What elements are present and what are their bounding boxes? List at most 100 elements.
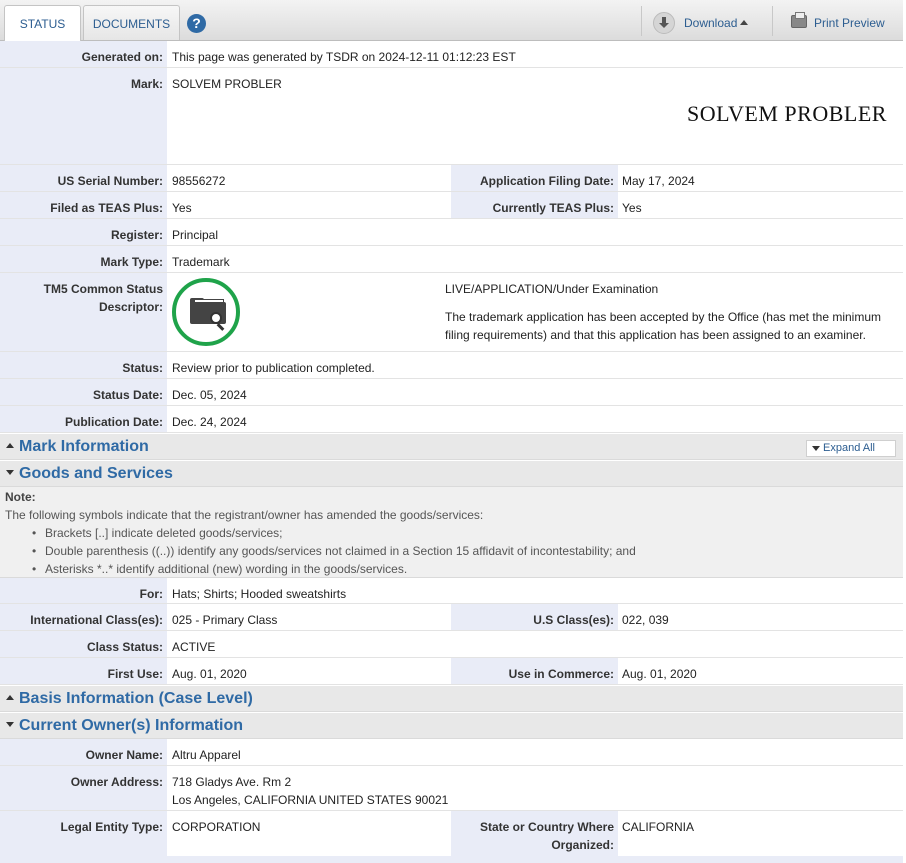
tm5-description-line2: filing requirements) and that this appli… xyxy=(445,328,866,342)
owner-name-value: Altru Apparel xyxy=(172,748,241,762)
expand-all-button[interactable]: Expand All xyxy=(806,440,896,457)
generated-on-label: Generated on: xyxy=(0,41,167,67)
printer-icon[interactable] xyxy=(791,12,807,28)
state-organized-label-line2: Organized: xyxy=(551,838,614,852)
note-intro: The following symbols indicate that the … xyxy=(5,508,484,522)
print-preview-button[interactable]: Print Preview xyxy=(814,16,885,30)
mark-type-label: Mark Type: xyxy=(0,246,167,272)
tm5-description-line1: The trademark application has been accep… xyxy=(445,310,882,324)
note-list-item: Asterisks *..* identify additional (new)… xyxy=(32,562,407,576)
register-value: Principal xyxy=(172,228,219,242)
mark-value: SOLVEM PROBLER xyxy=(172,77,282,91)
legal-entity-label: Legal Entity Type: xyxy=(0,811,167,856)
us-class-value: 022, 039 xyxy=(622,613,669,627)
tm5-status-text: LIVE/APPLICATION/Under Examination xyxy=(445,282,659,296)
status-row: Status: Review prior to publication comp… xyxy=(0,352,903,379)
first-use-value: Aug. 01, 2020 xyxy=(172,667,247,681)
section-title[interactable]: Current Owner(s) Information xyxy=(19,717,243,735)
owner-address-line2: Los Angeles, CALIFORNIA UNITED STATES 90… xyxy=(172,793,449,807)
note-item-text: Brackets [..] indicate deleted goods/ser… xyxy=(45,526,283,540)
owner-address-value: 718 Gladys Ave. Rm 2 Los Angeles, CALIFO… xyxy=(172,773,448,809)
class-row: International Class(es): 025 - Primary C… xyxy=(0,604,903,631)
note-item-text: Double parenthesis ((..)) identify any g… xyxy=(45,544,636,558)
tm5-row: TM5 Common Status Descriptor: LIVE/APPLI… xyxy=(0,273,903,352)
register-row: Register: Principal xyxy=(0,219,903,246)
tm5-label-line1: TM5 Common Status xyxy=(43,282,163,296)
download-icon[interactable] xyxy=(653,12,675,34)
intl-class-value: 025 - Primary Class xyxy=(172,613,278,627)
expand-all-label[interactable]: Expand All xyxy=(823,441,875,456)
section-goods-and-services[interactable]: Goods and Services xyxy=(0,461,903,487)
folder-search-icon xyxy=(172,278,240,346)
expand-arrow-icon[interactable] xyxy=(6,722,14,727)
status-date-row: Status Date: Dec. 05, 2024 xyxy=(0,379,903,406)
serial-value: 98556272 xyxy=(172,174,226,188)
publication-date-label: Publication Date: xyxy=(0,406,167,432)
magnifier-handle-shape xyxy=(216,323,225,331)
note-list-item: Brackets [..] indicate deleted goods/ser… xyxy=(32,526,282,540)
filing-date-value: May 17, 2024 xyxy=(622,174,695,188)
tab-status[interactable]: STATUS xyxy=(4,5,81,41)
entity-row: Legal Entity Type: CORPORATION State or … xyxy=(0,811,903,856)
collapse-arrow-icon[interactable] xyxy=(6,443,14,448)
goods-for-value: Hats; Shirts; Hooded sweatshirts xyxy=(172,587,347,601)
publication-date-row: Publication Date: Dec. 24, 2024 xyxy=(0,406,903,433)
section-title[interactable]: Mark Information xyxy=(19,438,149,456)
generated-on-value: This page was generated by TSDR on 2024-… xyxy=(172,50,516,64)
owner-address-line1: 718 Gladys Ave. Rm 2 xyxy=(172,775,292,789)
teas-row: Filed as TEAS Plus: Yes Currently TEAS P… xyxy=(0,192,903,219)
section-mark-information[interactable]: Mark Information xyxy=(0,434,903,460)
goods-for-label: For: xyxy=(0,578,167,603)
class-status-value: ACTIVE xyxy=(172,640,216,654)
section-current-owner[interactable]: Current Owner(s) Information xyxy=(0,713,903,739)
note-item-text: Asterisks *..* identify additional (new)… xyxy=(45,562,408,576)
section-basis-information[interactable]: Basis Information (Case Level) xyxy=(0,686,903,712)
mark-type-value: Trademark xyxy=(172,255,230,269)
section-title[interactable]: Goods and Services xyxy=(19,465,173,483)
publication-date-value: Dec. 24, 2024 xyxy=(172,415,247,429)
status-value: Review prior to publication completed. xyxy=(172,361,375,375)
owner-address-row: Owner Address: 718 Gladys Ave. Rm 2 Los … xyxy=(0,766,903,811)
serial-label: US Serial Number: xyxy=(0,165,167,191)
first-use-label: First Use: xyxy=(0,658,167,684)
teas-plus-label: Filed as TEAS Plus: xyxy=(0,192,167,218)
toolbar-divider xyxy=(641,6,642,36)
current-teas-label: Currently TEAS Plus: xyxy=(451,192,618,218)
mark-label: Mark: xyxy=(0,68,167,164)
owner-address-label: Owner Address: xyxy=(0,766,167,810)
section-title[interactable]: Basis Information (Case Level) xyxy=(19,690,253,708)
help-icon[interactable]: ? xyxy=(187,14,206,33)
tm5-label-line2: Descriptor: xyxy=(98,300,163,314)
use-commerce-value: Aug. 01, 2020 xyxy=(622,667,697,681)
bottom-strip xyxy=(0,856,903,863)
class-status-row: Class Status: ACTIVE xyxy=(0,631,903,658)
legal-entity-value: CORPORATION xyxy=(172,820,261,834)
note-list-item: Double parenthesis ((..)) identify any g… xyxy=(32,544,636,558)
owner-name-row: Owner Name: Altru Apparel xyxy=(0,739,903,766)
current-teas-value: Yes xyxy=(622,201,642,215)
goods-note: Note: The following symbols indicate tha… xyxy=(0,487,903,578)
status-date-label: Status Date: xyxy=(0,379,167,405)
first-use-row: First Use: Aug. 01, 2020 Use in Commerce… xyxy=(0,658,903,685)
expand-arrow-icon[interactable] xyxy=(6,470,14,475)
filing-date-label: Application Filing Date: xyxy=(451,165,618,191)
collapse-arrow-icon[interactable] xyxy=(6,695,14,700)
teas-plus-value: Yes xyxy=(172,201,192,215)
magnifier-lens-shape xyxy=(210,312,222,324)
intl-class-label: International Class(es): xyxy=(0,604,167,630)
serial-row: US Serial Number: 98556272 Application F… xyxy=(0,165,903,192)
note-heading: Note: xyxy=(5,490,36,504)
state-organized-label-line1: State or Country Where xyxy=(479,820,614,834)
tab-documents[interactable]: DOCUMENTS xyxy=(83,5,180,40)
state-organized-label: State or Country Where Organized: xyxy=(451,811,618,856)
expand-arrow-icon[interactable] xyxy=(812,446,820,451)
download-button[interactable]: Download xyxy=(684,16,737,30)
class-status-label: Class Status: xyxy=(0,631,167,657)
caret-up-icon[interactable] xyxy=(740,20,748,25)
owner-name-label: Owner Name: xyxy=(0,739,167,765)
generated-on-row: Generated on: This page was generated by… xyxy=(0,41,903,68)
state-organized-value: CALIFORNIA xyxy=(622,820,695,834)
tm5-description: The trademark application has been accep… xyxy=(445,308,881,344)
mark-type-row: Mark Type: Trademark xyxy=(0,246,903,273)
use-commerce-label: Use in Commerce: xyxy=(451,658,618,684)
